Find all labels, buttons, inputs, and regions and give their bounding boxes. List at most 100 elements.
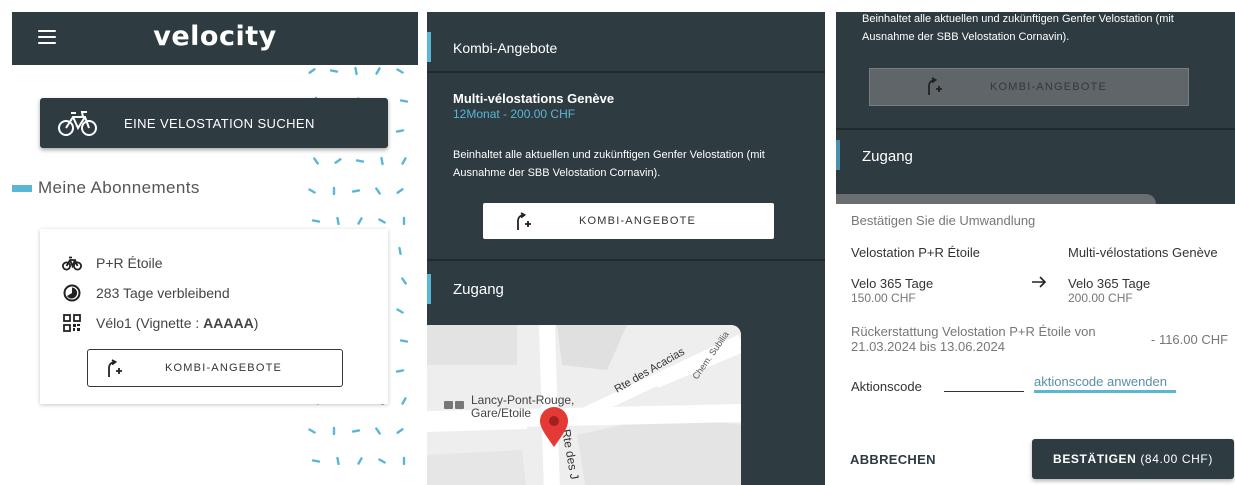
decorative-dash [378, 458, 386, 464]
convert-arrow-icon [108, 359, 122, 377]
access-map[interactable]: Rte des Acacias Chem. Subilia Rte des J … [427, 325, 741, 485]
decorative-dash [329, 69, 339, 73]
section-title-subscriptions: Meine Abonnements [38, 178, 200, 197]
promo-link-underline [1034, 390, 1176, 393]
to-plan: Velo 365 Tage [1068, 276, 1151, 291]
decorative-dash [401, 157, 407, 165]
refund-period-line2: 21.03.2024 bis 13.06.2024 [851, 339, 1005, 354]
divider [836, 128, 1235, 130]
decorative-dash [311, 219, 321, 223]
from-price: 150.00 CHF [851, 291, 916, 305]
subscription-card: P+R Étoile 283 Tage verbleibend Vélo1 (V… [40, 229, 388, 404]
decorative-dash [313, 157, 319, 165]
section-title-kombi: Kombi-Angebote [453, 40, 558, 56]
decorative-dash [308, 68, 316, 74]
to-station: Multi-vélostations Genève [1068, 245, 1218, 260]
bicycle-icon [62, 256, 82, 271]
decorative-dash [395, 129, 405, 133]
decorative-dash [375, 67, 381, 75]
decorative-dash [334, 158, 342, 164]
decorative-dash [357, 457, 363, 465]
decorative-dash [395, 369, 405, 373]
convert-arrow-icon [517, 212, 531, 230]
refund-period-line1: Rückerstattung Velostation P+R Étoile vo… [851, 324, 1096, 339]
kombi-offers-label: KOMBI-ANGEBOTE [579, 215, 697, 227]
decorative-dash [396, 428, 404, 434]
decorative-dash [398, 246, 402, 256]
kombi-offers-button[interactable]: KOMBI-ANGEBOTE [482, 202, 775, 240]
map-label-stop-line2: Gare/Etoile [471, 406, 531, 420]
decorative-dash [399, 339, 409, 343]
decorative-dash [401, 397, 407, 405]
find-station-button[interactable]: EINE VELOSTATION SUCHEN [40, 98, 388, 148]
offer-description: Beinhaltet alle aktuellen und zukünftige… [453, 149, 765, 179]
vignette-code: AAAAA [203, 315, 254, 331]
dialog-title: Bestätigen Sie die Umwandlung [851, 213, 1036, 228]
section-accent [427, 32, 431, 62]
offer-price: 12Monat - 200.00 CHF [453, 107, 576, 121]
decorative-dash [351, 189, 361, 193]
subscription-remaining: 283 Tage verbleibend [96, 285, 230, 301]
divider [427, 71, 825, 73]
dialog-footer: ABBRECHEN BESTÄTIGEN (84.00 CHF) [836, 431, 1235, 485]
map-canvas: Rte des Acacias Chem. Subilia Rte des J … [427, 325, 741, 485]
timer-icon [63, 284, 81, 302]
confirm-amount: (84.00 CHF) [1140, 452, 1213, 466]
decorative-dash [311, 459, 321, 463]
decorative-dash [308, 428, 316, 434]
bicycle-icon [58, 111, 97, 136]
offer-title: Multi-vélostations Genève [453, 91, 615, 106]
subscription-station: P+R Étoile [96, 255, 163, 271]
decorative-dash [355, 159, 365, 163]
find-station-label: EINE VELOSTATION SUCHEN [124, 116, 315, 131]
decorative-dash [336, 216, 340, 226]
subscription-station-row: P+R Étoile [62, 253, 163, 273]
section-accent [12, 185, 32, 192]
arrow-right-icon [1032, 276, 1047, 288]
decorative-dash [354, 66, 358, 76]
decorative-dash [396, 188, 404, 194]
section-title-access: Zugang [453, 281, 504, 298]
kombi-offers-label: KOMBI-ANGEBOTE [990, 81, 1108, 93]
subscription-vignette: Vélo1 (Vignette : AAAAA) [96, 315, 259, 331]
from-plan: Velo 365 Tage [851, 276, 934, 291]
kombi-offers-button[interactable]: KOMBI-ANGEBOTE [87, 349, 343, 387]
decorative-dash [357, 217, 363, 225]
subscription-remaining-row: 283 Tage verbleibend [62, 283, 230, 303]
from-station: Velostation P+R Étoile [851, 245, 980, 260]
decorative-dash [351, 429, 361, 433]
section-accent [836, 140, 840, 170]
decorative-dash [396, 68, 404, 74]
kombi-offers-label: KOMBI-ANGEBOTE [165, 362, 283, 374]
convert-arrow-icon [928, 77, 942, 95]
subscription-vignette-row: Vélo1 (Vignette : AAAAA) [62, 313, 258, 333]
app-logo: velocity [153, 21, 277, 52]
map-label-stop-line1: Lancy-Pont-Rouge, [471, 393, 574, 407]
screen-my-subscriptions: velocity EINE VELOSTATION SUCHEN Meine A… [12, 12, 418, 485]
refund-amount: - 116.00 CHF [1151, 332, 1229, 347]
to-price: 200.00 CHF [1068, 291, 1133, 305]
confirm-button[interactable]: BESTÄTIGEN (84.00 CHF) [1032, 439, 1234, 479]
decorative-dash [401, 277, 407, 285]
section-accent [427, 274, 431, 304]
decorative-dash [380, 156, 384, 166]
screen-kombi-offers: Kombi-Angebote Multi-vélostations Genève… [427, 12, 825, 485]
kombi-offers-button-dimmed: KOMBI-ANGEBOTE [869, 68, 1189, 106]
divider [427, 259, 825, 261]
cancel-button[interactable]: ABBRECHEN [850, 452, 936, 467]
decorative-dash [336, 456, 340, 466]
decorative-dash [375, 187, 381, 195]
promo-code-input[interactable] [944, 391, 1024, 392]
confirm-dialog: Bestätigen Sie die Umwandlung Velostatio… [836, 204, 1235, 431]
confirm-label: BESTÄTIGEN [1053, 452, 1137, 466]
screen-confirm-conversion: Beinhaltet alle aktuellen und zukünftige… [836, 12, 1235, 485]
decorative-dash [378, 218, 386, 224]
decorative-dash [308, 188, 316, 194]
section-title-access: Zugang [862, 148, 913, 165]
decorative-dash [396, 308, 404, 314]
promo-code-label: Aktionscode [851, 379, 922, 394]
decorative-dash [375, 427, 381, 435]
apply-promo-link[interactable]: aktionscode anwenden [1034, 374, 1167, 389]
offer-description: Beinhaltet alle aktuellen und zukünftige… [862, 13, 1174, 43]
app-bar: velocity [12, 12, 418, 65]
